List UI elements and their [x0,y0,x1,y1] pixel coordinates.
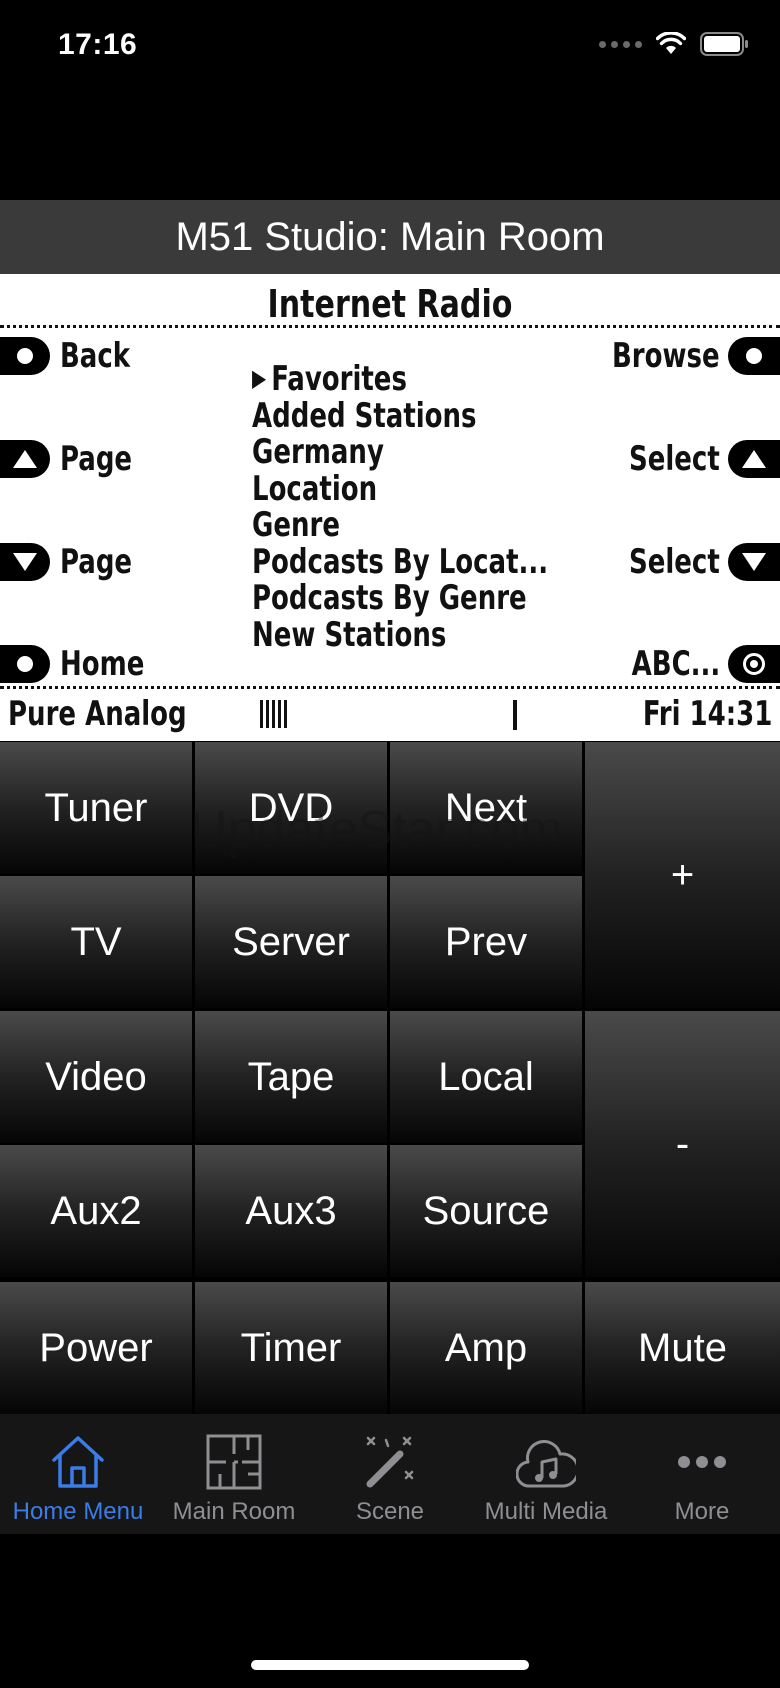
lcd-page-down-button[interactable]: Page [0,542,145,582]
room-title-bar: M51 Studio: Main Room [0,200,780,274]
status-icons [599,32,750,56]
lcd-select-up-button[interactable]: Select [613,439,780,479]
mute-button[interactable]: Mute [585,1282,780,1414]
floor-plan-icon [206,1434,262,1490]
list-item[interactable]: Podcasts By Locat... [252,543,548,581]
lcd-abc-button[interactable]: ABC... [616,644,780,684]
lcd-divider-bottom [0,686,780,689]
arrow-down-icon [0,543,50,581]
volume-up-button[interactable]: + [585,742,780,1008]
lcd-browse-button[interactable]: Browse [593,336,780,376]
music-cloud-icon [516,1440,576,1488]
audio-mode: Pure Analog [8,694,187,734]
more-dots-icon [678,1456,726,1468]
dvd-button[interactable]: DVD [195,742,387,874]
magic-wand-icon [366,1436,414,1488]
aux2-button[interactable]: Aux2 [0,1145,192,1277]
list-item[interactable]: Podcasts By Genre [252,580,548,617]
power-button[interactable]: Power [0,1282,192,1414]
list-item[interactable]: Location [252,470,548,508]
lcd-back-button[interactable]: Back [0,336,142,376]
tape-button[interactable]: Tape [195,1011,387,1143]
home-indicator[interactable] [251,1660,529,1670]
list-item[interactable]: Added Stations [252,397,548,435]
source-button[interactable]: Source [390,1145,582,1277]
lcd-page-up-button[interactable]: Page [0,439,145,479]
prev-button[interactable]: Prev [390,876,582,1008]
room-title: M51 Studio: Main Room [175,214,605,259]
status-time: 17:16 [58,28,138,61]
aux3-button[interactable]: Aux3 [195,1145,387,1277]
server-button[interactable]: Server [195,876,387,1008]
tab-multi-media[interactable]: Multi Media [468,1414,624,1534]
list-item[interactable]: Germany [252,434,548,471]
battery-icon [700,32,748,56]
station-menu-list: ▶ Favorites Added Stations Germany Locati… [252,360,600,653]
wifi-icon [656,32,686,54]
tab-main-room[interactable]: Main Room [156,1414,312,1534]
tab-bar: Home Menu Main Room Scene Multi Media Mo… [0,1414,780,1534]
lcd-clock: Fri 14:31 [642,694,772,734]
lcd-display: Internet Radio Back Page Page Home Brows… [0,274,780,741]
next-button[interactable]: Next [390,742,582,874]
lcd-header: Internet Radio [267,282,513,326]
lcd-divider-top [0,325,780,328]
list-item[interactable]: New Stations [252,616,548,654]
lcd-select-down-button[interactable]: Select [613,542,780,582]
target-icon [728,645,780,683]
round-button-icon [728,337,780,375]
local-button[interactable]: Local [390,1011,582,1143]
arrow-up-icon [728,440,780,478]
round-button-icon [0,645,50,683]
selection-arrow-icon: ▶ [252,364,267,392]
lcd-footer: Pure Analog Fri 14:31 [0,694,780,738]
tab-more[interactable]: More [624,1414,780,1534]
tuner-button[interactable]: Tuner [0,742,192,874]
video-button[interactable]: Video [0,1011,192,1143]
list-item[interactable]: Genre [252,507,548,544]
tab-home-menu[interactable]: Home Menu [0,1414,156,1534]
tab-scene[interactable]: Scene [312,1414,468,1534]
home-icon [52,1436,104,1488]
level-meter-icon [260,700,287,728]
volume-down-button[interactable]: - [585,1011,780,1277]
timer-button[interactable]: Timer [195,1282,387,1414]
round-button-icon [0,337,50,375]
remote-keypad: Tuner DVD Next + TV Server Prev Video Ta… [0,742,780,1414]
cellular-signal-icon [599,40,642,48]
list-item[interactable]: ▶ Favorites [252,360,548,398]
volume-marker-icon [513,700,517,730]
arrow-up-icon [0,440,50,478]
arrow-down-icon [728,543,780,581]
lcd-home-button[interactable]: Home [0,644,159,684]
tv-button[interactable]: TV [0,876,192,1008]
amp-button[interactable]: Amp [390,1282,582,1414]
